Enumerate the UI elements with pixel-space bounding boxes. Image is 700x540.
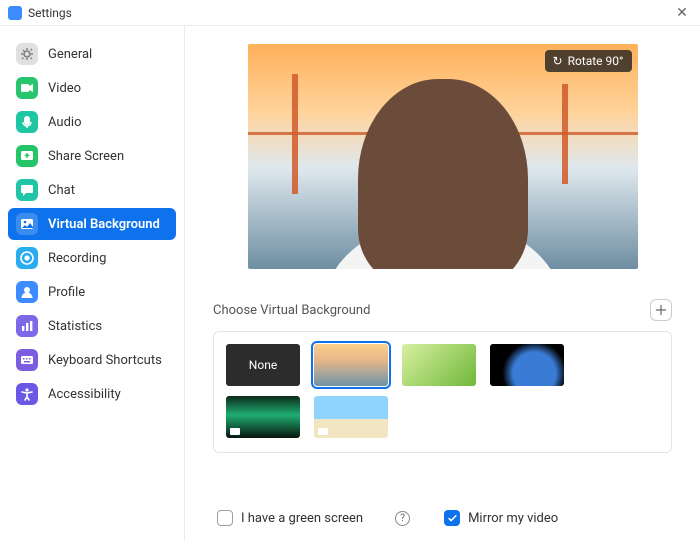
sidebar-item-label: Chat xyxy=(48,183,75,198)
bg-thumb-aurora[interactable] xyxy=(226,396,300,438)
video-icon xyxy=(16,77,38,99)
bg-thumb-beach[interactable] xyxy=(314,396,388,438)
sidebar-item-video[interactable]: Video xyxy=(8,72,176,104)
person-silhouette xyxy=(358,79,528,269)
window-title: Settings xyxy=(28,6,672,20)
virtual-background-panel: ↻ Rotate 90° Choose Virtual Background N… xyxy=(185,26,700,540)
options-row: I have a green screen ? Mirror my video xyxy=(217,480,672,526)
section-title: Choose Virtual Background xyxy=(213,303,650,318)
profile-icon xyxy=(16,281,38,303)
sidebar-item-label: Keyboard Shortcuts xyxy=(48,353,162,368)
recording-icon xyxy=(16,247,38,269)
close-button[interactable]: ✕ xyxy=(672,5,692,21)
sidebar-item-label: Recording xyxy=(48,251,106,266)
keyboard-icon xyxy=(16,349,38,371)
bg-thumb-grass[interactable] xyxy=(402,344,476,386)
mirror-video-label: Mirror my video xyxy=(468,511,558,526)
audio-icon xyxy=(16,111,38,133)
accessibility-icon xyxy=(16,383,38,405)
green-screen-help-icon[interactable]: ? xyxy=(395,511,410,526)
share-screen-icon xyxy=(16,145,38,167)
background-thumbnails: None xyxy=(213,331,672,453)
rotate-90-button[interactable]: ↻ Rotate 90° xyxy=(545,50,632,72)
rotate-icon: ↻ xyxy=(553,54,563,68)
gear-icon xyxy=(16,43,38,65)
green-screen-checkbox[interactable]: I have a green screen xyxy=(217,510,363,526)
sidebar-item-label: Profile xyxy=(48,285,85,300)
titlebar: Settings ✕ xyxy=(0,0,700,26)
sidebar-item-audio[interactable]: Audio xyxy=(8,106,176,138)
sidebar-item-accessibility[interactable]: Accessibility xyxy=(8,378,176,410)
sidebar-item-label: Accessibility xyxy=(48,387,121,402)
settings-sidebar: General Video Audio Share Screen Chat Virtual… xyxy=(0,26,185,540)
sidebar-item-label: Audio xyxy=(48,115,81,130)
bg-thumb-golden-gate-bridge[interactable] xyxy=(314,344,388,386)
green-screen-label: I have a green screen xyxy=(241,511,363,526)
mirror-video-checkbox[interactable]: Mirror my video xyxy=(444,510,558,526)
bg-thumb-earth-from-space[interactable] xyxy=(490,344,564,386)
sidebar-item-statistics[interactable]: Statistics xyxy=(8,310,176,342)
app-icon xyxy=(8,6,22,20)
sidebar-item-label: General xyxy=(48,47,92,62)
bridge-tower xyxy=(562,84,568,184)
sidebar-item-keyboard-shortcuts[interactable]: Keyboard Shortcuts xyxy=(8,344,176,376)
video-preview: ↻ Rotate 90° xyxy=(248,44,638,269)
video-indicator-icon xyxy=(230,428,240,435)
sidebar-item-general[interactable]: General xyxy=(8,38,176,70)
sidebar-item-label: Virtual Background xyxy=(48,217,160,232)
sidebar-item-chat[interactable]: Chat xyxy=(8,174,176,206)
sidebar-item-label: Statistics xyxy=(48,319,102,334)
video-indicator-icon xyxy=(318,428,328,435)
chat-icon xyxy=(16,179,38,201)
sidebar-item-recording[interactable]: Recording xyxy=(8,242,176,274)
add-background-button[interactable] xyxy=(650,299,672,321)
statistics-icon xyxy=(16,315,38,337)
bg-thumb-none[interactable]: None xyxy=(226,344,300,386)
sidebar-item-virtual-background[interactable]: Virtual Background xyxy=(8,208,176,240)
sidebar-item-label: Video xyxy=(48,81,81,96)
sidebar-item-label: Share Screen xyxy=(48,149,124,164)
bridge-tower xyxy=(292,74,298,194)
rotate-label: Rotate 90° xyxy=(568,54,624,68)
plus-icon xyxy=(655,304,667,316)
sidebar-item-profile[interactable]: Profile xyxy=(8,276,176,308)
virtual-background-icon xyxy=(16,213,38,235)
sidebar-item-share-screen[interactable]: Share Screen xyxy=(8,140,176,172)
